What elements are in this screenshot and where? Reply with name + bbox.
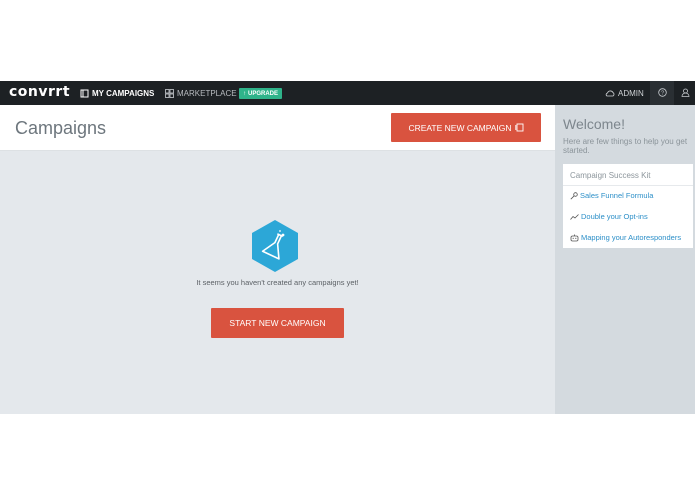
nav-admin-label: ADMIN [618,88,644,98]
start-campaign-button[interactable]: START NEW CAMPAIGN [211,308,344,338]
page-header: Campaigns CREATE NEW CAMPAIGN [0,105,555,151]
user-button[interactable] [673,81,695,105]
link-autoresponders-label: Mapping your Autoresponders [581,233,682,242]
top-nav: convrrt MY CAMPAIGNS MARKETPLACE ↑ UPGRA… [0,81,695,105]
robot-icon [570,234,579,242]
link-double-optins[interactable]: Double your Opt-ins [570,212,648,221]
svg-text:?: ? [660,91,663,97]
upgrade-label: UPGRADE [248,90,279,97]
upgrade-badge[interactable]: ↑ UPGRADE [239,88,283,99]
app-frame: convrrt MY CAMPAIGNS MARKETPLACE ↑ UPGRA… [0,81,695,414]
logo[interactable]: convrrt [9,84,70,100]
nav-admin[interactable]: ADMIN [605,81,644,105]
create-campaign-label: CREATE NEW CAMPAIGN [408,122,512,133]
campaigns-icon [80,89,89,98]
empty-state-message: It seems you haven't created any campaig… [196,278,359,287]
nav-my-campaigns-label: MY CAMPAIGNS [92,88,155,98]
nav-my-campaigns[interactable]: MY CAMPAIGNS [80,81,154,105]
welcome-subtitle: Here are few things to help you get star… [563,137,688,155]
flask-hex-icon [252,220,298,272]
arrow-up-icon: ↑ [243,90,246,97]
link-autoresponders[interactable]: Mapping your Autoresponders [570,233,681,242]
welcome-sidebar: Welcome! Here are few things to help you… [555,105,695,414]
key-icon [570,191,578,200]
grid-icon [165,88,174,98]
help-button[interactable]: ? [650,81,674,105]
cloud-icon [605,90,615,97]
link-double-optins-label: Double your Opt-ins [581,212,648,221]
success-kit-panel: Campaign Success Kit Sales Funnel Formul… [563,164,693,248]
new-campaign-icon [514,123,524,132]
welcome-title: Welcome! [563,116,625,132]
nav-marketplace-label: MARKETPLACE [177,88,237,98]
page-title: Campaigns [15,118,107,138]
nav-marketplace[interactable]: MARKETPLACE [165,81,237,105]
divider [563,185,693,186]
link-sales-funnel-label: Sales Funnel Formula [580,191,654,200]
success-kit-title: Campaign Success Kit [570,171,651,180]
link-sales-funnel[interactable]: Sales Funnel Formula [570,191,653,200]
user-icon [681,84,690,102]
trend-icon [570,213,579,221]
create-campaign-button[interactable]: CREATE NEW CAMPAIGN [391,113,541,142]
help-icon: ? [657,84,667,102]
